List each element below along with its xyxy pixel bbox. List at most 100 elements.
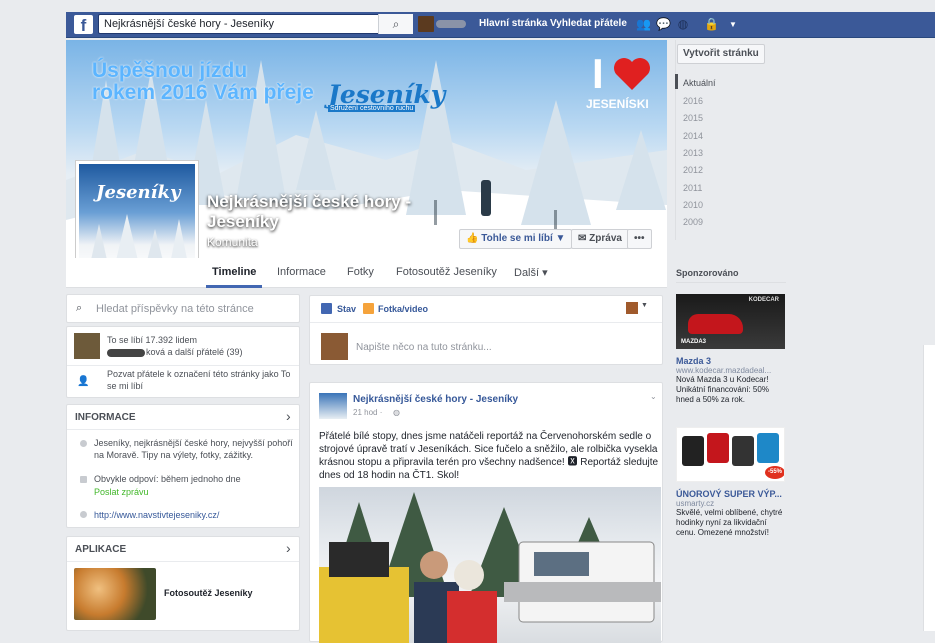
discount-badge: -55% [765, 466, 784, 479]
more-options-button[interactable]: ••• [627, 229, 652, 249]
tab-informace[interactable]: Informace [277, 266, 326, 278]
ad-image-mazda[interactable]: KODECAR MAZDA3 [676, 294, 785, 349]
top-navigation-bar: f Nejkrásnější české hory - Jeseníky ⌕ H… [66, 12, 935, 38]
chevron-down-icon[interactable]: ⌄ [650, 392, 657, 401]
avatar[interactable] [319, 393, 347, 419]
chat-sidebar-edge[interactable] [923, 345, 935, 631]
ad1-text: Nová Mazda 3 u Kodecar! Unikátní financo… [676, 375, 769, 404]
cover-logo-subtitle: Sdružení cestovního ruchu [328, 105, 416, 112]
photo-video-tab[interactable]: Fotka/video [378, 304, 428, 314]
ad-image-watches[interactable]: -55% [676, 427, 785, 482]
i-love-letter: I [592, 50, 604, 97]
current-year-marker [675, 74, 678, 89]
friend-requests-icon[interactable]: 👥 [636, 18, 651, 31]
likes-count[interactable]: To se líbí 17.392 lidem [107, 334, 197, 346]
post-photo-scene [319, 492, 661, 643]
page-post-search[interactable]: ⌕ Hledat příspěvky na této stránce [66, 294, 300, 323]
search-icon[interactable]: ⌕ [378, 14, 413, 34]
response-time: Obvykle odpoví: během jednoho dne [94, 474, 241, 484]
year-item-2009[interactable]: 2009 [683, 217, 703, 227]
year-item-2015[interactable]: 2015 [683, 113, 703, 123]
facebook-logo-icon[interactable]: f [74, 15, 93, 34]
like-page-button[interactable]: 👍 Tohle se mi líbí ▼ [459, 229, 573, 249]
post-time[interactable]: 21 hod · [353, 408, 382, 417]
apps-header[interactable]: APLIKACE [75, 544, 126, 555]
apps-card: APLIKACE › Fotosoutěž Jeseníky [66, 536, 300, 631]
website-link[interactable]: http://www.navstivtejeseniky.cz/ [94, 509, 219, 521]
skier-figure [481, 180, 491, 216]
search-input[interactable]: Nejkrásnější české hory - Jeseníky [98, 14, 413, 34]
year-item-2012[interactable]: 2012 [683, 165, 703, 175]
tab-timeline[interactable]: Timeline [212, 266, 256, 278]
create-page-button[interactable]: Vytvořit stránku [677, 44, 765, 64]
i-love-jeseniki-label: JESENÍSKI [586, 97, 649, 111]
year-item-2011[interactable]: 2011 [683, 183, 702, 193]
message-button[interactable]: ✉ Zpráva [571, 229, 629, 249]
avatar[interactable] [626, 302, 638, 314]
friend-name-blurred[interactable] [107, 349, 145, 357]
photo-icon [363, 303, 374, 314]
app-thumbnail[interactable] [74, 568, 156, 620]
speech-bubble-icon [80, 476, 87, 483]
status-tab[interactable]: Stav [337, 304, 356, 314]
profile-jeseniky-logo: Jeseníky [96, 182, 181, 203]
post-text: Přátelé bílé stopy, dnes jsme natáčeli r… [319, 431, 659, 481]
invite-friends-link[interactable]: Pozvat přátele k označení této stránky j… [107, 368, 292, 392]
composer-input[interactable]: Napište něco na tuto stránku... [356, 342, 492, 353]
account-menu-chevron-down-icon[interactable]: ▼ [726, 18, 740, 31]
status-icon [321, 303, 332, 314]
avatar[interactable] [74, 333, 100, 359]
app-name[interactable]: Fotosoutěž Jeseníky [164, 588, 253, 598]
ad-watches[interactable]: ÚNOROVÝ SUPER VÝP... usmarty.cz Skvělé, … [676, 489, 788, 538]
year-item-2016[interactable]: 2016 [683, 96, 703, 106]
chevron-right-icon[interactable]: › [286, 408, 291, 424]
ad2-url[interactable]: usmarty.cz [676, 499, 788, 508]
year-item-current[interactable]: Aktuální [683, 78, 716, 88]
profile-name-blurred[interactable] [436, 20, 466, 28]
year-item-2010[interactable]: 2010 [683, 200, 703, 210]
page-search-input[interactable]: Hledat příspěvky na této stránce [96, 303, 254, 315]
invite-friends-icon: 👤 [77, 376, 90, 387]
post-composer: Stav Fotka/video ▼ Napište něco na tuto … [309, 295, 663, 365]
friends-like-text[interactable]: ková a další přátelé (39) [146, 346, 243, 358]
heart-icon [614, 58, 650, 90]
chevron-down-icon[interactable]: ▼ [641, 302, 648, 309]
post-author[interactable]: Nejkrásnější české hory - Jeseníky [353, 394, 518, 405]
page-post: Nejkrásnější české hory - Jeseníky 21 ho… [309, 382, 663, 643]
messages-icon[interactable]: 💬 [656, 18, 671, 31]
sponsored-header: Sponzorováno [676, 268, 739, 278]
year-item-2014[interactable]: 2014 [683, 131, 703, 141]
chevron-right-icon[interactable]: › [286, 540, 291, 556]
cover-greeting: Úspěšnou jízdu rokem 2016 Vám přeje [92, 59, 314, 104]
year-item-2013[interactable]: 2013 [683, 148, 703, 158]
find-friends-link[interactable]: Vyhledat přátele [550, 18, 627, 29]
ad1-model: MAZDA3 [681, 339, 706, 345]
avatar[interactable] [418, 16, 434, 32]
active-tab-indicator [206, 285, 262, 288]
tab-fotosoutez[interactable]: Fotosoutěž Jeseníky [396, 266, 497, 278]
tab-fotky[interactable]: Fotky [347, 266, 374, 278]
ad1-title[interactable]: Mazda 3 [676, 356, 788, 366]
page-category[interactable]: Komunita [207, 235, 258, 249]
ad-mazda[interactable]: Mazda 3 www.kodecar.mazdadeal... Nová Ma… [676, 356, 788, 405]
globe-icon[interactable]: ◍ [676, 18, 690, 31]
info-icon [80, 440, 87, 447]
ad2-text: Skvělé, velmi oblíbené, chytré hodinky n… [676, 508, 783, 537]
globe-icon [80, 511, 87, 518]
avatar[interactable] [321, 333, 348, 360]
ad2-title[interactable]: ÚNOROVÝ SUPER VÝP... [676, 489, 788, 499]
tab-dalsi[interactable]: Další ▾ [514, 266, 548, 279]
page-title: Nejkrásnější české hory - Jeseníky [207, 192, 412, 231]
car-shape [688, 314, 743, 334]
post-photo[interactable] [319, 487, 661, 643]
globe-icon: ◍ [393, 408, 400, 417]
page-description: Jeseníky, nejkrásnější české hory, nejvy… [94, 438, 293, 460]
ad1-banner: KODECAR [748, 297, 779, 303]
about-header[interactable]: INFORMACE [75, 412, 136, 423]
ad1-url[interactable]: www.kodecar.mazdadeal... [676, 366, 788, 375]
home-link[interactable]: Hlavní stránka [479, 18, 547, 29]
privacy-icon[interactable]: 🔒 [704, 18, 719, 31]
about-card: INFORMACE › Jeseníky, nejkrásnější české… [66, 404, 300, 528]
send-message-link[interactable]: Poslat zprávu [94, 487, 149, 497]
search-icon: ⌕ [76, 302, 83, 314]
